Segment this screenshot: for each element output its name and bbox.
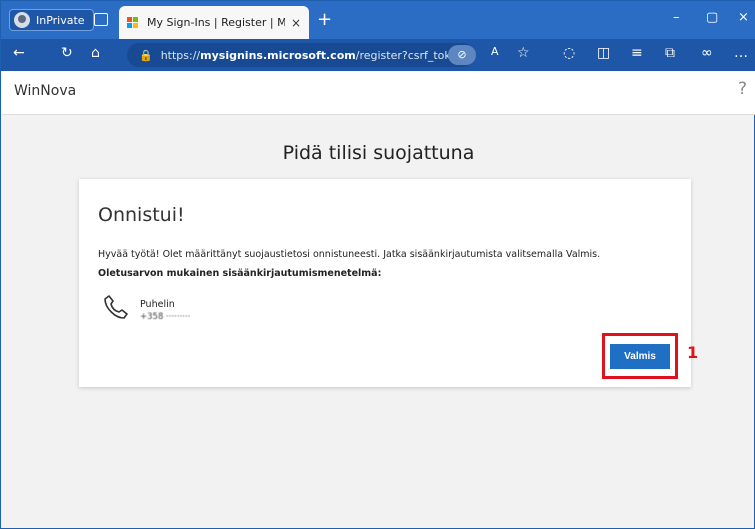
success-title: Onnistui!	[98, 204, 185, 226]
close-window-button[interactable]: ×	[738, 10, 749, 25]
browser-window: InPrivate My Sign-Ins | Register | Micro…	[0, 0, 755, 529]
done-button[interactable]: Valmis	[610, 344, 670, 369]
default-method-label: Oletusarvon mukainen sisäänkirjautumisme…	[98, 268, 382, 279]
favorites-icon[interactable]: ≡	[631, 45, 643, 61]
copilot-icon[interactable]: ∞	[701, 45, 713, 61]
step-number-label: 1	[687, 343, 699, 362]
title-bar: InPrivate My Sign-Ins | Register | Micro…	[1, 1, 755, 39]
split-screen-icon[interactable]: ◫	[597, 45, 610, 61]
home-icon[interactable]: ⌂	[91, 45, 100, 61]
brand-name: WinNova	[14, 83, 77, 99]
address-toolbar: ← ↻ ⌂ 🔒 https://mysignins.microsoft.com /…	[1, 39, 755, 71]
microsoft-logo-icon	[127, 16, 139, 29]
page-title: Pidä tilisi suojattuna	[282, 142, 475, 164]
extensions-icon[interactable]: ◌	[563, 45, 575, 61]
tab-my-sign-ins[interactable]: My Sign-Ins | Register | Microsoft ×	[119, 6, 309, 39]
phone-icon	[104, 295, 128, 319]
minimize-button[interactable]: –	[673, 10, 680, 25]
lock-icon: 🔒	[139, 48, 153, 62]
read-aloud-icon[interactable]: A	[491, 45, 499, 58]
url-host: mysignins.microsoft.com	[200, 48, 356, 62]
tab-actions-icon[interactable]	[94, 13, 108, 26]
help-icon[interactable]: ?	[738, 79, 747, 99]
tab-close-icon[interactable]: ×	[291, 16, 301, 30]
inprivate-badge[interactable]: InPrivate	[9, 9, 94, 31]
more-menu-icon[interactable]: …	[734, 45, 748, 61]
inprivate-label: InPrivate	[36, 13, 85, 27]
success-card: Onnistui! Hyvää työtä! Olet määrittänyt …	[79, 179, 691, 387]
url-prefix: https://	[160, 48, 201, 62]
collections-icon[interactable]: ⧉	[665, 45, 675, 61]
page-header: WinNova ?	[2, 71, 755, 115]
highlight-box: Valmis	[602, 333, 678, 379]
maximize-button[interactable]: ▢	[706, 10, 718, 25]
method-number: +358 ·········	[140, 312, 191, 322]
favorite-star-icon[interactable]: ☆	[517, 45, 530, 61]
tab-title: My Sign-Ins | Register | Microsoft	[147, 16, 285, 29]
tracking-prevention-icon[interactable]: ⊘	[448, 45, 476, 65]
refresh-icon[interactable]: ↻	[61, 45, 73, 61]
method-name: Puhelin	[140, 299, 175, 310]
back-icon[interactable]: ←	[13, 45, 25, 61]
success-message: Hyvää työtä! Olet määrittänyt suojaustie…	[98, 249, 601, 260]
avatar	[14, 12, 30, 28]
address-bar[interactable]: 🔒 https://mysignins.microsoft.com/regist…	[127, 43, 475, 67]
new-tab-button[interactable]: +	[317, 9, 332, 30]
